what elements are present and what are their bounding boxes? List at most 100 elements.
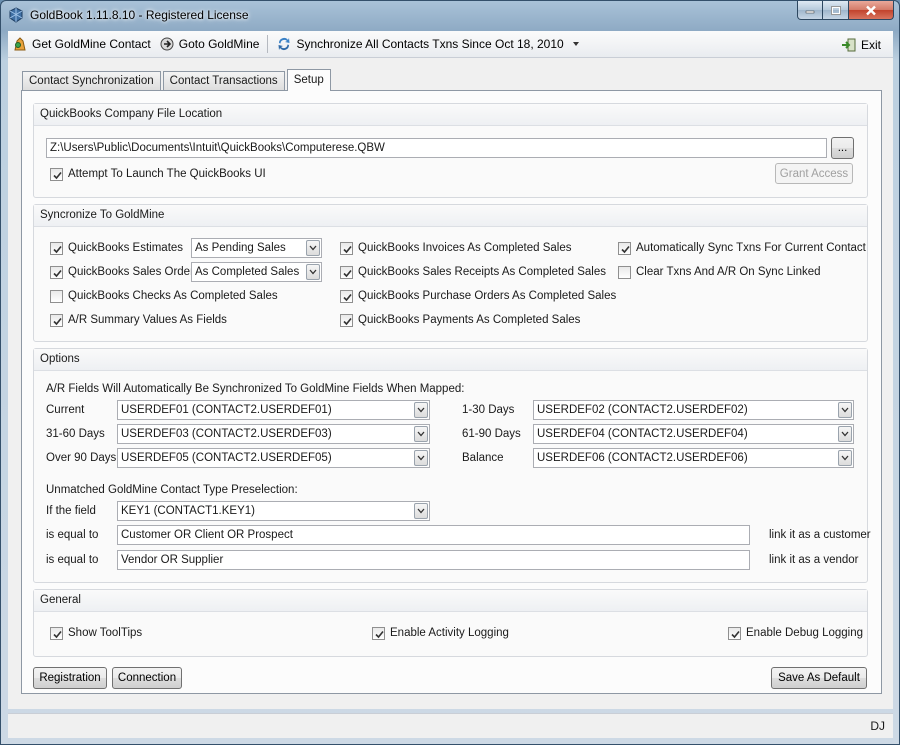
dropdown-button[interactable] [838, 426, 852, 442]
dropdown-button[interactable] [838, 450, 852, 466]
chevron-down-icon[interactable] [570, 39, 582, 49]
current-field-select[interactable]: USERDEF01 (CONTACT2.USERDEF01) [117, 400, 430, 420]
checkbox-box [340, 289, 353, 303]
close-button[interactable] [849, 1, 894, 20]
status-user: DJ [870, 719, 885, 733]
over-90-days-select[interactable]: USERDEF05 (CONTACT2.USERDEF05) [117, 448, 430, 468]
checks-checkbox[interactable]: QuickBooks Checks As Completed Sales [50, 288, 278, 304]
checkmark-icon [343, 293, 352, 301]
tab-contact-transactions[interactable]: Contact Transactions [162, 71, 285, 91]
sales-orders-mode-value: As Completed Sales [195, 266, 300, 278]
get-goldmine-contact-button[interactable]: Get GoldMine Contact [8, 32, 155, 56]
activity-logging-checkbox[interactable]: Enable Activity Logging [372, 625, 509, 641]
toolbar-separator [267, 35, 269, 53]
invoices-label: QuickBooks Invoices As Completed Sales [358, 242, 572, 254]
sync-all-contacts-label: Synchronize All Contacts Txns Since Oct … [296, 37, 564, 51]
grant-access-button[interactable]: Grant Access [775, 163, 853, 184]
checkbox-box [50, 626, 63, 640]
dropdown-button[interactable] [306, 264, 320, 280]
connection-button[interactable]: Connection [112, 667, 182, 689]
dropdown-button[interactable] [414, 402, 428, 418]
estimates-checkbox[interactable]: QuickBooks Estimates [50, 240, 183, 256]
dropdown-button[interactable] [838, 402, 852, 418]
debug-logging-checkbox[interactable]: Enable Debug Logging [728, 625, 863, 641]
if-field-select[interactable]: KEY1 (CONTACT1.KEY1) [117, 501, 430, 521]
minimize-icon [805, 10, 815, 14]
sales-orders-label: QuickBooks Sales Orders [68, 266, 200, 278]
dropdown-button[interactable] [414, 426, 428, 442]
toolbar: Get GoldMine Contact Goto GoldMine Synch… [8, 31, 893, 58]
if-field-value: KEY1 (CONTACT1.KEY1) [121, 505, 255, 517]
1-30-days-label: 1-30 Days [462, 404, 515, 416]
auto-sync-checkbox[interactable]: Automatically Sync Txns For Current Cont… [618, 240, 866, 256]
chevron-down-icon [309, 245, 317, 251]
customer-types-input[interactable]: Customer OR Client OR Prospect [117, 525, 750, 545]
goto-goldmine-label: Goto GoldMine [178, 37, 260, 51]
browse-button[interactable]: ... [831, 137, 854, 159]
close-icon [866, 5, 876, 15]
balance-select[interactable]: USERDEF06 (CONTACT2.USERDEF06) [533, 448, 854, 468]
ar-summary-checkbox[interactable]: A/R Summary Values As Fields [50, 312, 227, 328]
chevron-down-icon [417, 508, 425, 514]
company-file-path-input[interactable]: Z:\Users\Public\Documents\Intuit\QuickBo… [46, 138, 827, 158]
options-group: Options A/R Fields Will Automatically Be… [33, 348, 871, 583]
chevron-down-icon [417, 407, 425, 413]
purchase-orders-checkbox[interactable]: QuickBooks Purchase Orders As Completed … [340, 288, 616, 304]
chevron-down-icon [841, 455, 849, 461]
save-as-default-button[interactable]: Save As Default [771, 667, 867, 689]
sales-orders-checkbox[interactable]: QuickBooks Sales Orders [50, 264, 200, 280]
title-bar[interactable]: GoldBook 1.11.8.10 - Registered License [1, 1, 899, 31]
invoices-checkbox[interactable]: QuickBooks Invoices As Completed Sales [340, 240, 572, 256]
checkbox-box [50, 265, 63, 279]
clear-txns-checkbox[interactable]: Clear Txns And A/R On Sync Linked [618, 264, 821, 280]
tab-contact-synchronization[interactable]: Contact Synchronization [22, 71, 161, 91]
chevron-down-icon [309, 269, 317, 275]
balance-value: USERDEF06 (CONTACT2.USERDEF06) [537, 452, 748, 464]
estimates-mode-select[interactable]: As Pending Sales [191, 238, 322, 258]
get-goldmine-contact-label: Get GoldMine Contact [32, 37, 151, 51]
launch-ui-checkbox[interactable]: Attempt To Launch The QuickBooks UI [50, 166, 266, 182]
maximize-button[interactable] [823, 1, 849, 20]
31-60-days-select[interactable]: USERDEF03 (CONTACT2.USERDEF03) [117, 424, 430, 444]
goto-goldmine-button[interactable]: Goto GoldMine [155, 32, 264, 56]
checks-label: QuickBooks Checks As Completed Sales [68, 290, 278, 302]
show-tooltips-checkbox[interactable]: Show ToolTips [50, 625, 142, 641]
link-vendor-label: link it as a vendor [769, 554, 859, 566]
chevron-down-icon [841, 407, 849, 413]
31-60-days-value: USERDEF03 (CONTACT2.USERDEF03) [121, 428, 332, 440]
chevron-down-icon [417, 431, 425, 437]
ar-summary-label: A/R Summary Values As Fields [68, 314, 227, 326]
debug-logging-label: Enable Debug Logging [746, 627, 864, 639]
checkbox-box [618, 265, 631, 279]
client-area: Contact Synchronization Contact Transact… [8, 58, 893, 709]
checkbox-box [50, 167, 63, 181]
registration-button[interactable]: Registration [33, 667, 107, 689]
company-file-header: QuickBooks Company File Location [34, 104, 867, 126]
sales-orders-mode-select[interactable]: As Completed Sales [191, 262, 322, 282]
current-field-value: USERDEF01 (CONTACT2.USERDEF01) [121, 404, 332, 416]
checkmark-icon [343, 245, 352, 253]
checkmark-icon [731, 630, 740, 638]
61-90-days-value: USERDEF04 (CONTACT2.USERDEF04) [537, 428, 748, 440]
vendor-types-input[interactable]: Vendor OR Supplier [117, 550, 750, 570]
checkbox-box [618, 241, 631, 255]
balance-label: Balance [462, 452, 504, 464]
sales-receipts-checkbox[interactable]: QuickBooks Sales Receipts As Completed S… [340, 264, 606, 280]
sync-icon [278, 38, 290, 51]
exit-label: Exit [860, 38, 881, 52]
dropdown-button[interactable] [414, 450, 428, 466]
sync-all-contacts-button[interactable]: Synchronize All Contacts Txns Since Oct … [272, 32, 589, 56]
chevron-down-icon [417, 455, 425, 461]
minimize-button[interactable] [797, 1, 823, 20]
61-90-days-select[interactable]: USERDEF04 (CONTACT2.USERDEF04) [533, 424, 854, 444]
auto-sync-label: Automatically Sync Txns For Current Cont… [636, 242, 866, 254]
checkbox-box [50, 289, 63, 303]
tab-setup[interactable]: Setup [286, 69, 331, 91]
dropdown-button[interactable] [306, 240, 320, 256]
1-30-days-select[interactable]: USERDEF02 (CONTACT2.USERDEF02) [533, 400, 854, 420]
payments-checkbox[interactable]: QuickBooks Payments As Completed Sales [340, 312, 580, 328]
exit-button[interactable]: Exit [837, 33, 885, 57]
dropdown-button[interactable] [414, 503, 428, 519]
purchase-orders-label: QuickBooks Purchase Orders As Completed … [358, 290, 617, 302]
window-title: GoldBook 1.11.8.10 - Registered License [30, 8, 249, 22]
